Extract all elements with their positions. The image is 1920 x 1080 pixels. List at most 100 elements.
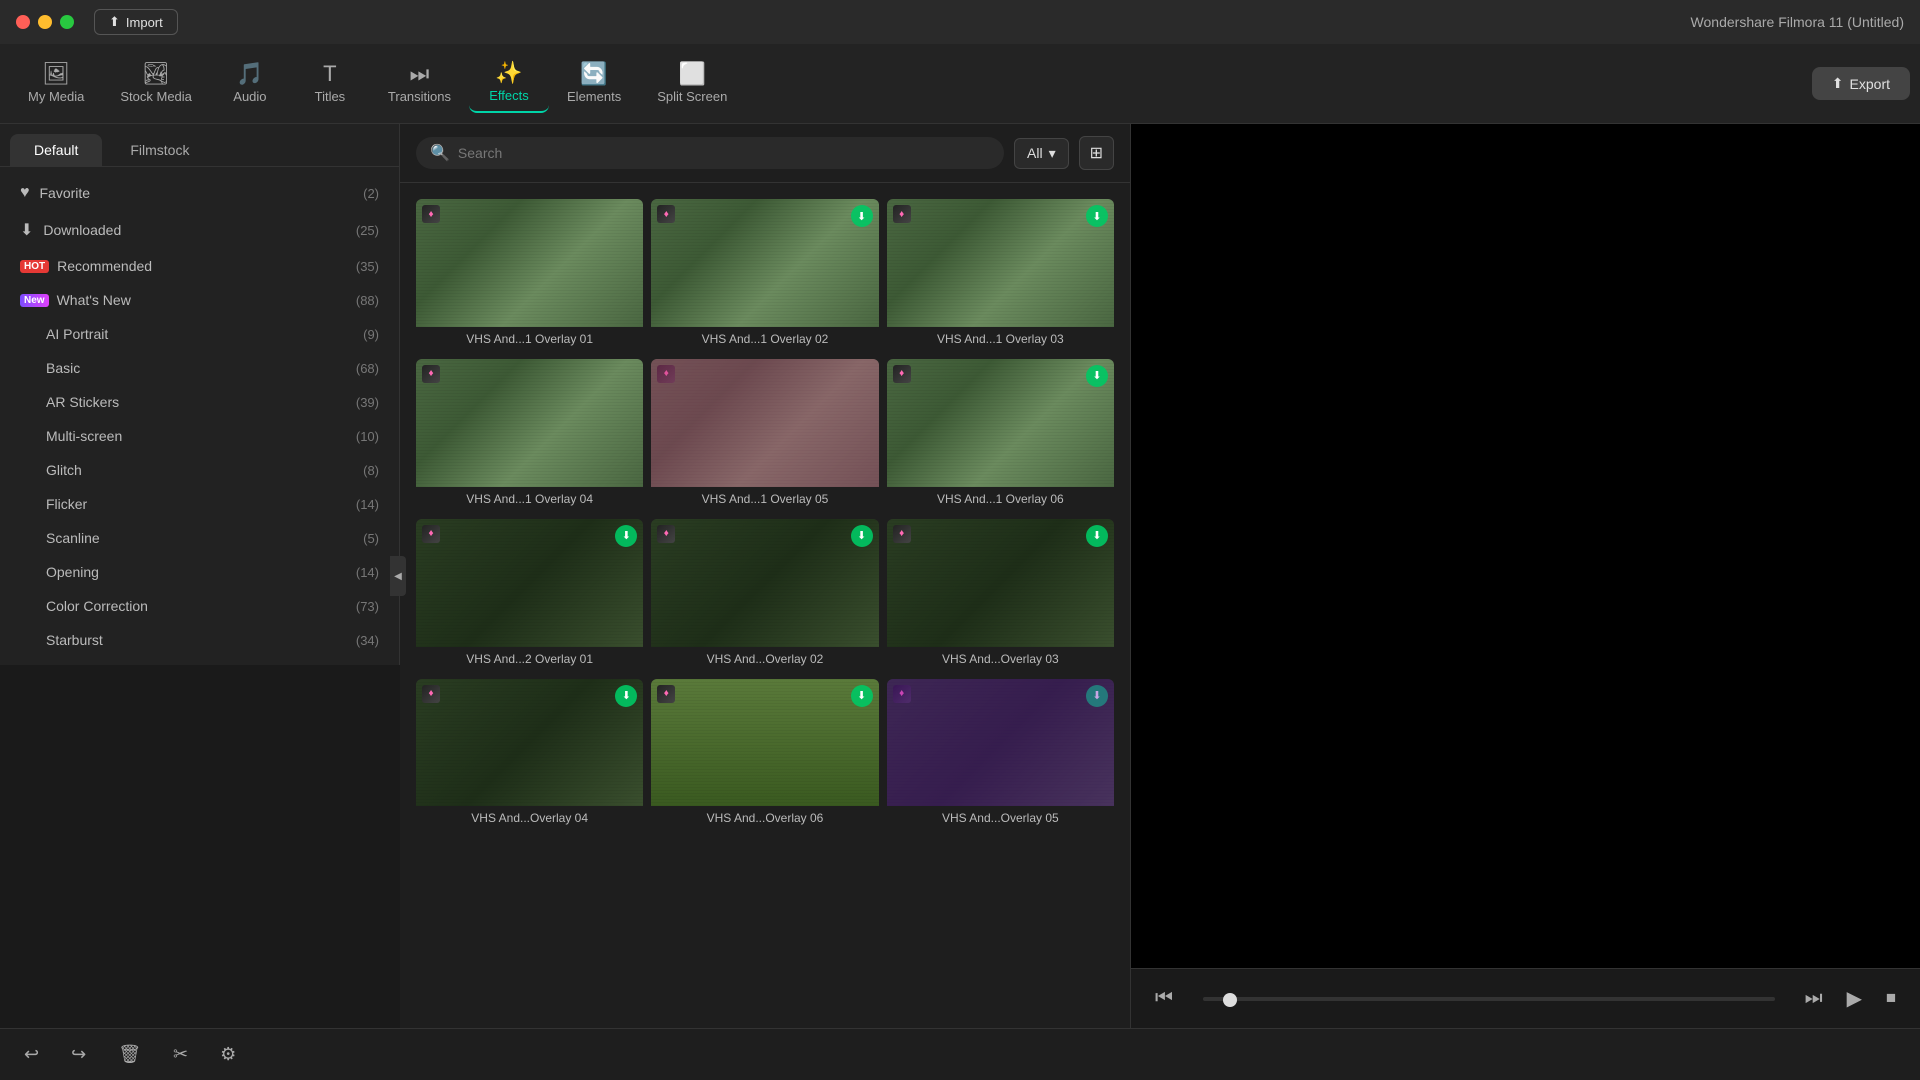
search-input-wrap: 🔍 <box>416 137 1004 169</box>
cat-label-flicker: Flicker <box>46 496 356 512</box>
nav-item-elements[interactable]: 🔄 Elements <box>549 55 639 112</box>
nav-item-transitions[interactable]: ⏭ Transitions <box>370 55 469 112</box>
grid-icon: ⊞ <box>1090 145 1103 162</box>
category-item-multi-screen[interactable]: Multi-screen (10) <box>0 419 399 453</box>
effect-card-vhs-1-02[interactable]: ♦ ⬇ VHS And...1 Overlay 02 <box>651 199 878 351</box>
effect-card-vhs-2-03[interactable]: ♦ ⬇ VHS And...Overlay 03 <box>887 519 1114 671</box>
close-button[interactable] <box>16 15 30 29</box>
effect-card-vhs-3-06[interactable]: ♦ ⬇ VHS And...Overlay 06 <box>651 679 878 831</box>
search-input[interactable] <box>458 145 990 161</box>
cut-button[interactable]: ✂ <box>165 1040 196 1069</box>
minimize-button[interactable] <box>38 15 52 29</box>
search-bar: 🔍 All ▾ ⊞ <box>400 124 1130 183</box>
download-badge: ⬇ <box>1086 525 1108 547</box>
nav-icon-titles: T <box>323 63 336 85</box>
cat-label-color-correction: Color Correction <box>46 598 356 614</box>
nav-item-effects[interactable]: ✨ Effects <box>469 54 549 113</box>
tab-filmstock[interactable]: Filmstock <box>106 134 213 166</box>
stop-button[interactable]: ⏹ <box>1882 983 1900 1014</box>
effect-label-vhs-2-02: VHS And...Overlay 02 <box>651 647 878 671</box>
category-item-recommended[interactable]: HOT Recommended (35) <box>0 249 399 283</box>
effect-scene-vhs-3-05: ♦ ⬇ <box>887 679 1114 807</box>
import-button[interactable]: ⬆ Import <box>94 9 178 35</box>
category-item-ar-stickers[interactable]: AR Stickers (39) <box>0 385 399 419</box>
nav-item-split-screen[interactable]: ⬜ Split Screen <box>639 55 745 112</box>
category-item-ai-portrait[interactable]: AI Portrait (9) <box>0 317 399 351</box>
category-item-scanline[interactable]: Scanline (5) <box>0 521 399 555</box>
cat-count-whats-new: (88) <box>356 293 379 308</box>
category-item-whats-new[interactable]: New What's New (88) <box>0 283 399 317</box>
diamond-badge-vhs-1-02: ♦ <box>657 205 675 223</box>
tab-default[interactable]: Default <box>10 134 102 166</box>
category-item-basic[interactable]: Basic (68) <box>0 351 399 385</box>
hot-badge: HOT <box>20 260 49 273</box>
nav-item-my-media[interactable]: 🖼 My Media <box>10 55 102 112</box>
export-button[interactable]: ⬆ Export <box>1812 67 1910 100</box>
effect-label-vhs-1-04: VHS And...1 Overlay 04 <box>416 487 643 511</box>
nav-icon-stock-media: 🏞 <box>142 63 170 85</box>
export-icon: ⬆ <box>1832 75 1844 92</box>
diamond-badge-vhs-1-06: ♦ <box>893 365 911 383</box>
effect-card-vhs-1-05[interactable]: ♦ VHS And...1 Overlay 05 <box>651 359 878 511</box>
top-nav: 🖼 My Media 🏞 Stock Media 🎵 Audio T Title… <box>0 44 1920 124</box>
effects-grid: ♦ VHS And...1 Overlay 01 ♦ ⬇ VHS And...1… <box>400 183 1130 1028</box>
settings-button[interactable]: ⚙ <box>212 1040 244 1069</box>
effect-label-vhs-1-02: VHS And...1 Overlay 02 <box>651 327 878 351</box>
new-badge: New <box>20 294 49 307</box>
effect-card-vhs-2-02[interactable]: ♦ ⬇ VHS And...Overlay 02 <box>651 519 878 671</box>
cat-label-recommended: Recommended <box>57 258 356 274</box>
effect-card-vhs-3-04[interactable]: ♦ ⬇ VHS And...Overlay 04 <box>416 679 643 831</box>
cat-count-color-correction: (73) <box>356 599 379 614</box>
grid-toggle-button[interactable]: ⊞ <box>1079 136 1114 170</box>
nav-item-titles[interactable]: T Titles <box>290 55 370 112</box>
category-item-color-correction[interactable]: Color Correction (73) <box>0 589 399 623</box>
diamond-badge-vhs-3-04: ♦ <box>422 685 440 703</box>
maximize-button[interactable] <box>60 15 74 29</box>
effect-card-vhs-1-04[interactable]: ♦ VHS And...1 Overlay 04 <box>416 359 643 511</box>
nav-item-audio[interactable]: 🎵 Audio <box>210 55 290 112</box>
nav-label-titles: Titles <box>315 89 346 104</box>
effect-scene-vhs-3-06: ♦ ⬇ <box>651 679 878 807</box>
effect-card-vhs-1-06[interactable]: ♦ ⬇ VHS And...1 Overlay 06 <box>887 359 1114 511</box>
cat-label-glitch: Glitch <box>46 462 363 478</box>
category-item-starburst[interactable]: Starburst (34) <box>0 623 399 657</box>
step-forward-button[interactable]: ⏭ <box>1801 983 1827 1014</box>
undo-button[interactable]: ↩ <box>16 1040 47 1069</box>
category-item-glitch[interactable]: Glitch (8) <box>0 453 399 487</box>
category-item-downloaded[interactable]: ⬇ Downloaded (25) <box>0 211 399 249</box>
effect-card-vhs-1-03[interactable]: ♦ ⬇ VHS And...1 Overlay 03 <box>887 199 1114 351</box>
rewind-button[interactable]: ⏮ <box>1151 983 1177 1014</box>
effect-scene-vhs-1-04: ♦ <box>416 359 643 487</box>
cat-icon-favorite: ♥ <box>20 184 30 202</box>
preview-progress-handle[interactable] <box>1223 993 1237 1007</box>
nav-icon-transitions: ⏭ <box>410 63 430 85</box>
preview-controls: ⏮ ⏭ ▶ ⏹ <box>1131 968 1920 1028</box>
effect-scene-vhs-2-02: ♦ ⬇ <box>651 519 878 647</box>
collapse-panel-button[interactable]: ◀ <box>390 556 406 596</box>
play-button[interactable]: ▶ <box>1843 982 1866 1015</box>
diamond-badge-vhs-2-01: ♦ <box>422 525 440 543</box>
effect-card-vhs-3-05[interactable]: ♦ ⬇ VHS And...Overlay 05 <box>887 679 1114 831</box>
cat-count-basic: (68) <box>356 361 379 376</box>
category-item-favorite[interactable]: ♥ Favorite (2) <box>0 175 399 211</box>
delete-button[interactable]: 🗑 <box>110 1040 149 1069</box>
category-item-opening[interactable]: Opening (14) <box>0 555 399 589</box>
category-list: ♥ Favorite (2) ⬇ Downloaded (25) HOT Rec… <box>0 167 399 665</box>
filter-dropdown[interactable]: All ▾ <box>1014 138 1069 169</box>
diamond-badge-vhs-3-05: ♦ <box>893 685 911 703</box>
nav-item-stock-media[interactable]: 🏞 Stock Media <box>102 55 210 112</box>
title-bar: ⬆ Import Wondershare Filmora 11 (Untitle… <box>0 0 1920 44</box>
effect-card-vhs-2-01[interactable]: ♦ ⬇ VHS And...2 Overlay 01 <box>416 519 643 671</box>
nav-label-my-media: My Media <box>28 89 84 104</box>
effect-label-vhs-2-01: VHS And...2 Overlay 01 <box>416 647 643 671</box>
redo-button[interactable]: ↪ <box>63 1040 94 1069</box>
cat-label-ar-stickers: AR Stickers <box>46 394 356 410</box>
download-badge: ⬇ <box>1086 685 1108 707</box>
effect-card-vhs-1-01[interactable]: ♦ VHS And...1 Overlay 01 <box>416 199 643 351</box>
effect-label-vhs-1-05: VHS And...1 Overlay 05 <box>651 487 878 511</box>
preview-timeline[interactable] <box>1203 997 1775 1001</box>
diamond-badge-vhs-2-02: ♦ <box>657 525 675 543</box>
cat-count-opening: (14) <box>356 565 379 580</box>
effect-thumbnail-vhs-3-04: ♦ ⬇ <box>416 679 643 807</box>
category-item-flicker[interactable]: Flicker (14) <box>0 487 399 521</box>
